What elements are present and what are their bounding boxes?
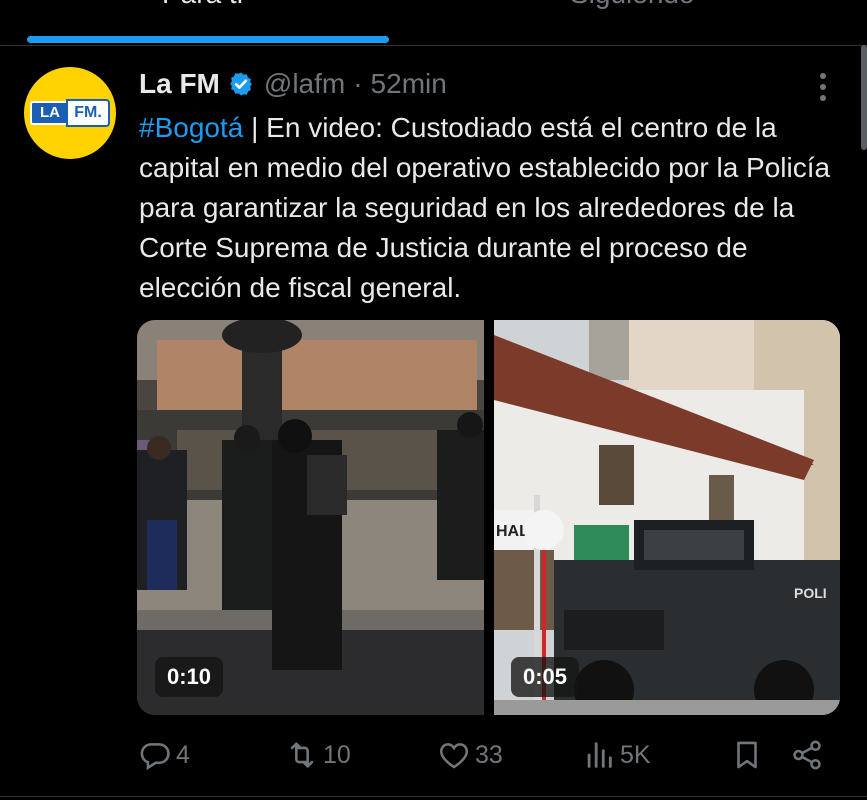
hashtag-link[interactable]: #Bogotá	[139, 112, 243, 143]
video-1-scene	[137, 320, 484, 715]
video-2-duration: 0:05	[511, 657, 580, 697]
author-handle[interactable]: @lafm	[264, 68, 345, 100]
reply-icon	[140, 743, 170, 771]
share-icon	[793, 740, 821, 770]
video-1-duration: 0:10	[155, 657, 224, 697]
tweet-body: | En video: Custodiado está el centro de…	[139, 112, 831, 303]
separator-dot: ·	[353, 68, 363, 99]
verified-badge-icon	[230, 72, 252, 96]
bookmark-icon	[737, 741, 757, 769]
timeline-tabs: Para ti Siguiendo	[0, 0, 867, 46]
like-button[interactable]: 33	[437, 730, 503, 780]
tweet-time[interactable]: 52min	[371, 68, 447, 100]
tweet-header: La FM @lafm · 52min	[139, 64, 447, 104]
bookmark-button[interactable]	[730, 730, 764, 780]
retweet-count: 10	[323, 740, 351, 769]
retweet-icon	[290, 742, 314, 768]
more-options-icon[interactable]	[808, 70, 838, 104]
scrollbar[interactable]	[861, 45, 867, 150]
logo-fm-text: FM.	[66, 99, 110, 127]
like-count: 33	[475, 740, 503, 769]
reply-count: 4	[176, 740, 190, 769]
views-count: 5K	[620, 740, 651, 769]
active-tab-indicator	[27, 36, 389, 43]
heart-icon	[439, 743, 469, 769]
share-button[interactable]	[790, 730, 824, 780]
logo-la-text: LA	[30, 101, 70, 125]
tweet-text: #Bogotá | En video: Custodiado está el c…	[139, 108, 839, 308]
views-button[interactable]: 5K	[582, 730, 651, 780]
tab-following[interactable]: Siguiendo	[570, 0, 695, 10]
retweet-button[interactable]: 10	[285, 730, 351, 780]
reply-button[interactable]: 4	[138, 730, 190, 780]
poli-vehicle-text: POLI	[794, 585, 827, 601]
video-thumbnail-2[interactable]: HALL POLI 0:05	[494, 320, 840, 715]
tab-for-you[interactable]: Para ti	[162, 0, 243, 10]
lafm-logo: LA FM.	[30, 99, 110, 127]
views-icon	[587, 742, 612, 768]
tweet-actions: 4 10 33 5K	[0, 730, 867, 780]
video-thumbnail-1[interactable]: 0:10	[137, 320, 484, 715]
tweet-divider	[0, 796, 867, 797]
video-2-scene: HALL POLI	[494, 320, 840, 715]
avatar[interactable]: LA FM.	[24, 67, 116, 159]
author-name[interactable]: La FM	[139, 68, 220, 100]
